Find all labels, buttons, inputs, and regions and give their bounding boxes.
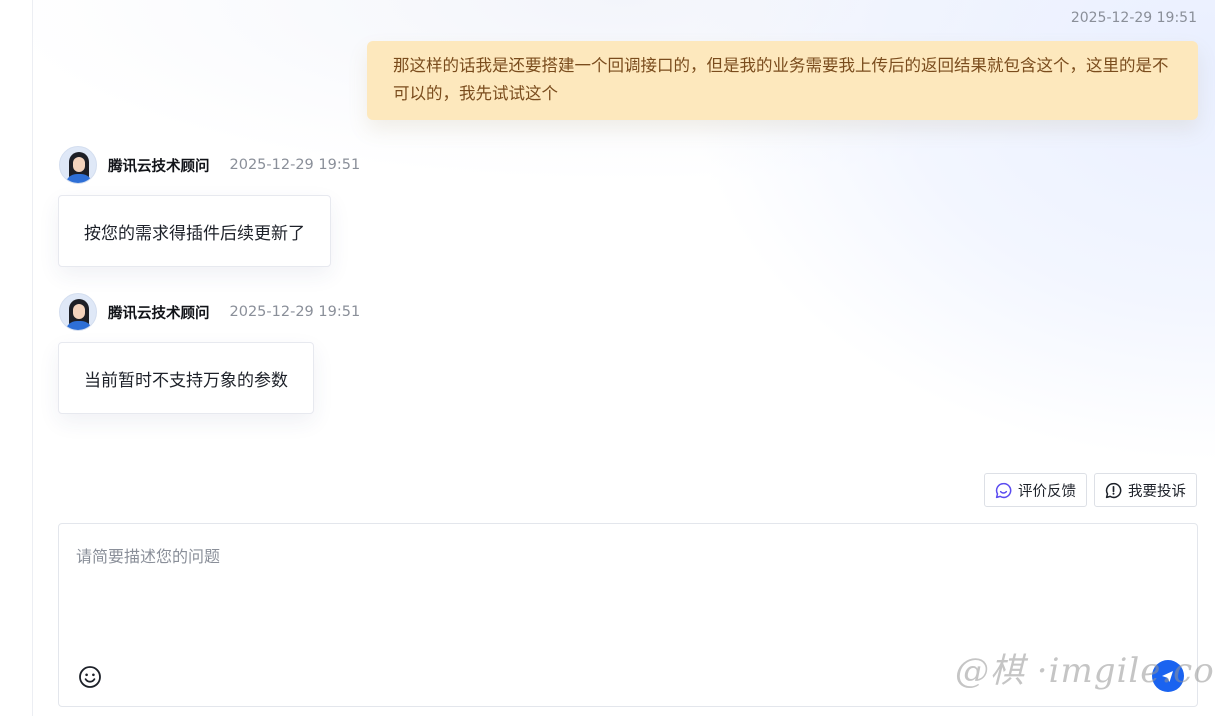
- chat-bubble-icon: [995, 482, 1012, 498]
- message-input[interactable]: [59, 524, 1197, 654]
- agent-message-header: 腾讯云技术顾问 2025-12-29 19:51: [59, 292, 360, 332]
- left-rail: [0, 0, 33, 716]
- exclamation-circle-icon: [1105, 482, 1122, 498]
- feedback-button[interactable]: 评价反馈: [984, 473, 1087, 507]
- agent-message-bubble: 按您的需求得插件后续更新了: [58, 195, 331, 267]
- complaint-button[interactable]: 我要投诉: [1094, 473, 1197, 507]
- agent-name: 腾讯云技术顾问: [108, 305, 210, 322]
- agent-message-bubble: 当前暂时不支持万象的参数: [58, 342, 314, 414]
- feedback-label: 评价反馈: [1018, 483, 1076, 500]
- agent-message-header: 腾讯云技术顾问 2025-12-29 19:51: [59, 145, 360, 185]
- agent-message-time: 2025-12-29 19:51: [229, 157, 361, 173]
- agent-avatar: [59, 146, 97, 184]
- complaint-label: 我要投诉: [1128, 483, 1186, 500]
- user-message-bubble: 那这样的话我是还要搭建一个回调接口的，但是我的业务需要我上传后的返回结果就包含这…: [367, 41, 1198, 120]
- smiley-icon: [79, 666, 101, 688]
- watermark-text: @棋 ·imgile.com: [955, 651, 1215, 691]
- chat-window: 2025-12-29 19:51 那这样的话我是还要搭建一个回调接口的，但是我的…: [0, 0, 1215, 716]
- agent-message-time: 2025-12-29 19:51: [229, 304, 361, 320]
- agent-avatar: [59, 293, 97, 331]
- emoji-button[interactable]: [77, 664, 103, 690]
- agent-name: 腾讯云技术顾问: [108, 158, 210, 175]
- user-message-time: 2025-12-29 19:51: [1070, 10, 1197, 26]
